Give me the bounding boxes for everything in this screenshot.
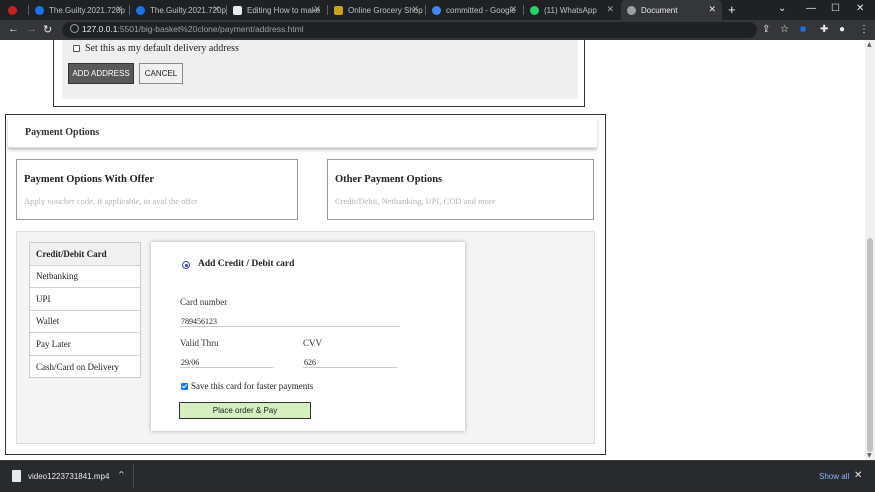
tab-title: Editing How to make xyxy=(247,5,321,15)
offer-options-subtitle: Apply voucher code, if applicable, to av… xyxy=(24,196,198,206)
browser-tab-3[interactable]: Editing How to make ✕ xyxy=(227,0,327,20)
method-netbanking[interactable]: Netbanking xyxy=(30,266,140,288)
reload-icon[interactable]: ↻ xyxy=(43,23,52,36)
offer-options-title: Payment Options With Offer xyxy=(24,174,154,185)
other-options-subtitle: Credit/Debit, Netbanking, UPI, COD and m… xyxy=(335,196,496,206)
method-wallet[interactable]: Wallet xyxy=(30,311,140,333)
media-icon xyxy=(35,5,44,15)
chevron-up-icon[interactable]: ^ xyxy=(118,470,125,479)
download-file-name[interactable]: video1223731841.mp4 xyxy=(28,472,109,481)
browser-tab-1[interactable]: The.Guilty.2021.720p ✕ xyxy=(29,0,129,20)
method-upi[interactable]: UPI xyxy=(30,288,140,311)
maximize-icon[interactable]: ☐ xyxy=(831,3,840,14)
payment-options-header: Payment Options xyxy=(8,118,597,148)
medium-icon xyxy=(233,5,242,15)
puzzle-icon[interactable]: ✚ xyxy=(820,24,828,35)
file-icon xyxy=(12,470,21,482)
whatsapp-icon xyxy=(530,5,539,15)
add-address-button[interactable]: ADD ADDRESS xyxy=(68,63,134,84)
cvv-input[interactable] xyxy=(303,357,397,368)
profile-avatar[interactable]: ● xyxy=(839,24,845,35)
google-icon xyxy=(432,5,441,15)
other-options-title: Other Payment Options xyxy=(335,174,443,185)
tab-title: (11) WhatsApp xyxy=(544,5,597,15)
bookmark-star-icon[interactable]: ☆ xyxy=(780,24,789,35)
back-icon[interactable]: ← xyxy=(8,23,19,35)
scroll-up-icon[interactable]: ▲ xyxy=(867,41,872,48)
valid-thru-label: Valid Thru xyxy=(180,338,219,348)
browser-tab-0[interactable] xyxy=(2,0,28,20)
forward-icon[interactable]: → xyxy=(26,23,37,35)
close-icon[interactable]: ✕ xyxy=(313,4,321,15)
browser-toolbar: ← → ↻ 127.0.0.1:5501/big-basket%20clone/… xyxy=(0,20,875,40)
method-pay-later[interactable]: Pay Later xyxy=(30,333,140,356)
tab-title: Document xyxy=(641,5,678,15)
place-order-button[interactable]: Place order & Pay xyxy=(179,402,311,419)
site-info-icon[interactable] xyxy=(70,24,79,33)
payment-options-section: Payment Options Payment Options With Off… xyxy=(5,114,606,455)
share-icon[interactable]: ⇪ xyxy=(762,24,770,35)
address-form-inner: Set this as my default delivery address … xyxy=(62,40,578,99)
download-separator xyxy=(133,465,134,489)
valid-thru-input[interactable] xyxy=(180,357,274,368)
default-address-label: Set this as my default delivery address xyxy=(85,43,239,54)
extension-icon[interactable]: ■ xyxy=(800,24,806,35)
download-bar: video1223731841.mp4 ^ Show all ✕ xyxy=(0,460,875,492)
save-card-label: Save this card for faster payments xyxy=(191,381,314,391)
cvv-label: CVV xyxy=(303,338,323,348)
media-icon xyxy=(136,5,145,15)
address-form-card: Set this as my default delivery address … xyxy=(53,40,585,107)
cancel-button[interactable]: CANCEL xyxy=(139,63,183,84)
default-address-row[interactable]: Set this as my default delivery address xyxy=(73,43,239,54)
show-all-button[interactable]: Show all xyxy=(819,472,849,481)
browser-tab-4[interactable]: Online Grocery Shop ✕ xyxy=(328,0,425,20)
payment-options-title: Payment Options xyxy=(25,127,100,138)
tab-title: The.Guilty.2021.720p xyxy=(49,5,125,15)
window-close-icon[interactable]: ✕ xyxy=(856,3,864,14)
close-icon[interactable]: ✕ xyxy=(212,4,220,15)
default-address-checkbox[interactable] xyxy=(73,45,80,52)
url-text[interactable]: 127.0.0.1:5501/big-basket%20clone/paymen… xyxy=(82,24,304,34)
bigbasket-icon xyxy=(334,5,343,15)
save-card-checkbox[interactable] xyxy=(181,382,188,390)
tab-title: committed - Google xyxy=(446,5,516,15)
payment-method-list: Credit/Debit Card Netbanking UPI Wallet … xyxy=(29,242,141,378)
other-options-box[interactable]: Other Payment Options Credit/Debit, Netb… xyxy=(327,159,594,220)
browser-tab-6[interactable]: (11) WhatsApp ✕ xyxy=(524,0,620,20)
globe-icon xyxy=(627,5,636,15)
save-card-row[interactable]: Save this card for faster payments xyxy=(181,381,313,391)
close-icon[interactable]: ✕ xyxy=(606,4,614,15)
scroll-down-icon[interactable]: ▼ xyxy=(867,452,872,459)
tab-search-icon[interactable]: ⌄ xyxy=(778,3,786,14)
browser-tab-active[interactable]: Document ✕ xyxy=(621,0,722,20)
method-cash-card-on-delivery[interactable]: Cash/Card on Delivery xyxy=(30,356,140,379)
offer-options-box[interactable]: Payment Options With Offer Apply voucher… xyxy=(16,159,298,220)
method-credit-debit-card[interactable]: Credit/Debit Card xyxy=(30,243,140,266)
browser-tab-strip: The.Guilty.2021.720p ✕ The.Guilty.2021.7… xyxy=(0,0,875,20)
menu-kebab-icon[interactable]: ⋮ xyxy=(859,24,869,35)
page-viewport: Set this as my default delivery address … xyxy=(0,40,865,460)
browser-tab-2[interactable]: The.Guilty.2021.720p ✕ xyxy=(130,0,226,20)
scroll-thumb[interactable] xyxy=(867,238,873,452)
address-bar[interactable]: 127.0.0.1:5501/big-basket%20clone/paymen… xyxy=(62,22,757,38)
close-icon[interactable]: ✕ xyxy=(854,470,862,481)
card-number-input[interactable] xyxy=(180,316,400,327)
close-icon[interactable]: ✕ xyxy=(115,4,123,15)
add-card-panel: Add Credit / Debit card Card number Vali… xyxy=(151,242,465,431)
payment-methods-panel: Credit/Debit Card Netbanking UPI Wallet … xyxy=(16,231,595,444)
close-icon[interactable]: ✕ xyxy=(509,4,517,15)
minimize-icon[interactable]: — xyxy=(806,3,816,14)
card-number-label: Card number xyxy=(180,297,228,307)
browser-tab-5[interactable]: committed - Google ✕ xyxy=(426,0,523,20)
close-icon[interactable]: ✕ xyxy=(708,4,716,15)
page-scrollbar[interactable]: ▲ ▼ xyxy=(865,40,875,460)
close-icon[interactable]: ✕ xyxy=(411,4,419,15)
add-card-radio[interactable] xyxy=(182,261,190,269)
chrome-flag-icon xyxy=(8,5,17,15)
new-tab-button[interactable]: + xyxy=(728,2,736,17)
add-card-title: Add Credit / Debit card xyxy=(198,259,295,269)
